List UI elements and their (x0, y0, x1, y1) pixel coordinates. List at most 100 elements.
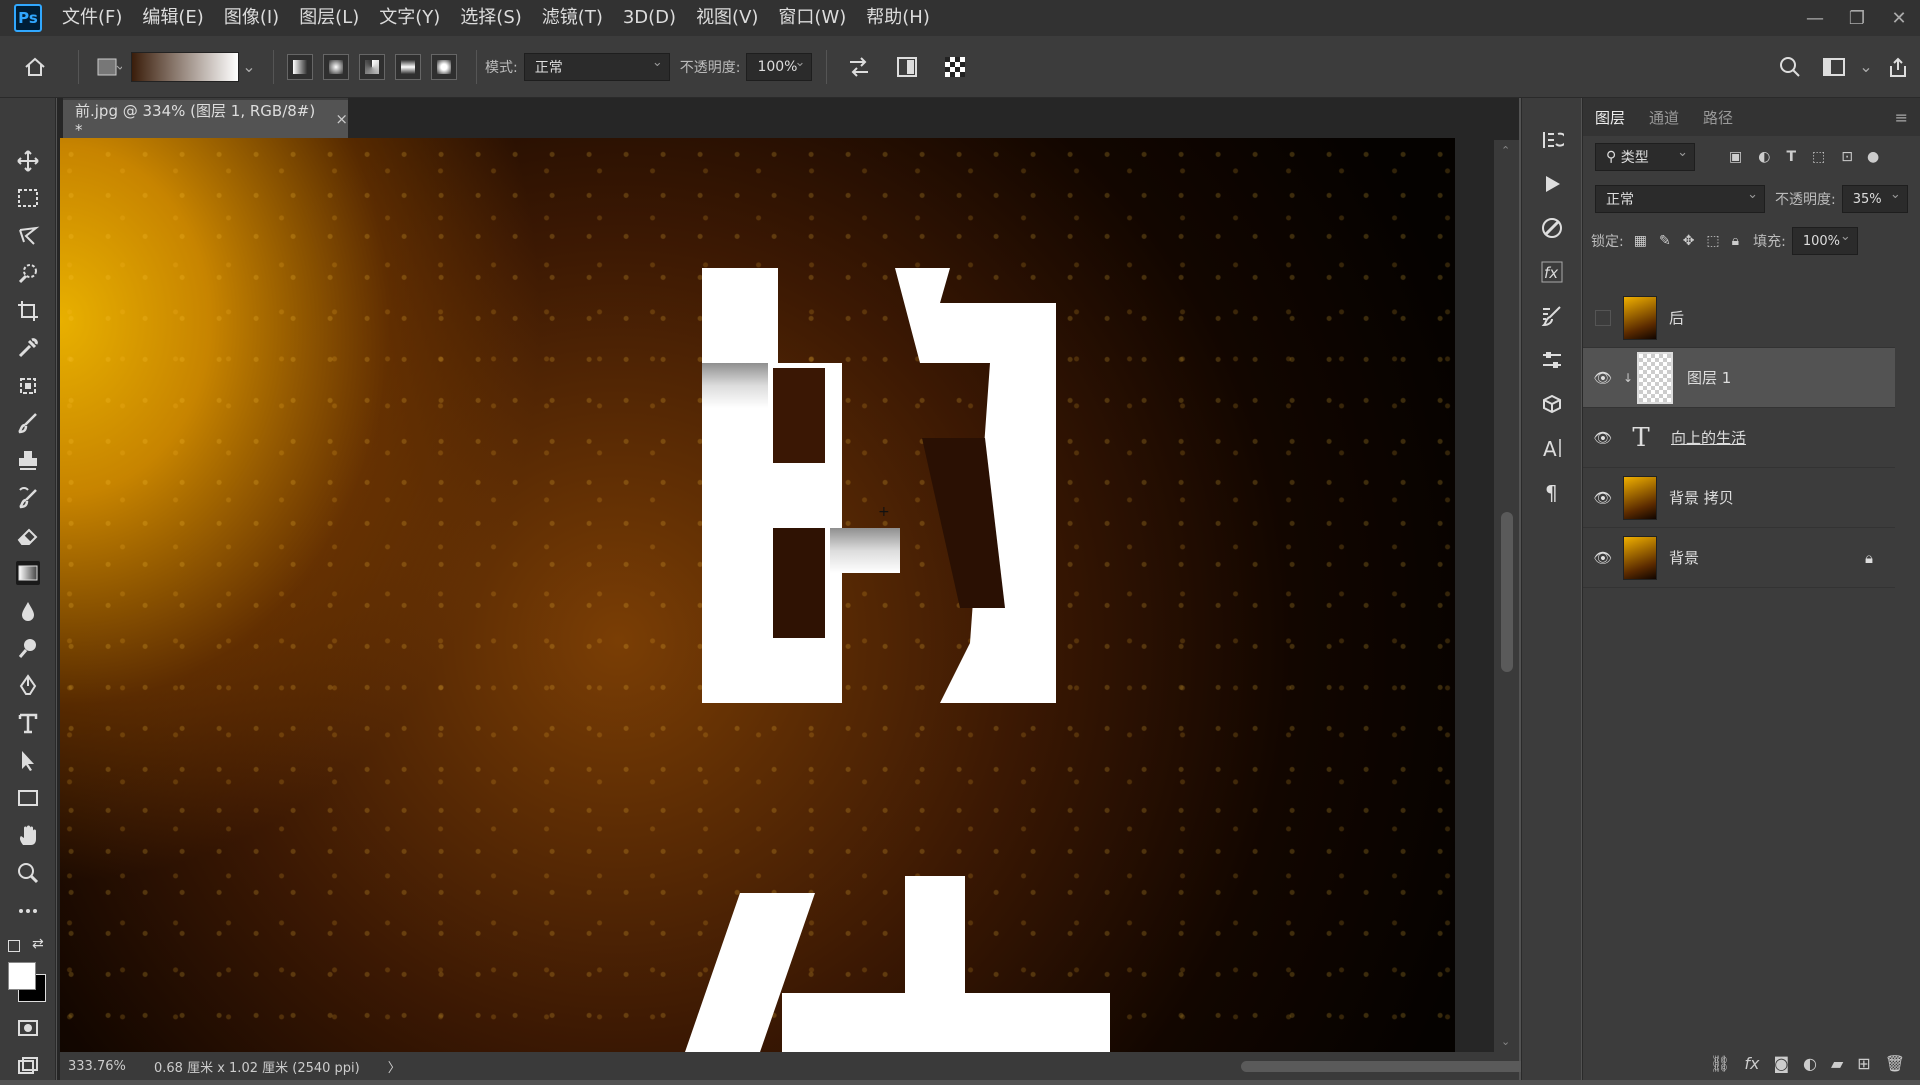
reverse-icon[interactable] (835, 55, 883, 79)
menu-file[interactable]: 文件(F) (52, 0, 132, 36)
close-window-icon[interactable]: ✕ (1878, 0, 1920, 36)
filter-type-icon[interactable]: T (1786, 149, 1796, 165)
lock-position-icon[interactable]: ✥ (1683, 233, 1695, 249)
dodge-tool[interactable] (0, 630, 56, 668)
layer-row-layer1[interactable]: 👁︎ ↓ 图层 1 (1583, 348, 1895, 408)
home-icon[interactable] (0, 55, 70, 79)
scroll-up-icon[interactable]: ⌃ (1501, 144, 1510, 157)
reflected-gradient-button[interactable] (395, 53, 421, 80)
filter-shape-icon[interactable]: ⬚ (1812, 149, 1825, 165)
lock-pixels-icon[interactable]: ✎ (1659, 233, 1671, 249)
layer-row-bg[interactable]: 👁︎ 背景 🔒︎ (1583, 528, 1895, 588)
menu-filter[interactable]: 滤镜(T) (532, 0, 613, 36)
horizontal-scroll-thumb[interactable] (1240, 1061, 1541, 1072)
opacity-field[interactable]: 100% (746, 52, 813, 81)
menu-3d[interactable]: 3D(D) (613, 0, 686, 36)
gradient-tool[interactable] (0, 555, 56, 593)
diamond-gradient-button[interactable] (431, 53, 457, 80)
document-tab[interactable]: 前.jpg @ 334% (图层 1, RGB/8#) * × (63, 98, 348, 139)
history-panel-icon[interactable] (1522, 118, 1582, 162)
eye-icon[interactable]: 👁︎ (1583, 429, 1623, 447)
chevron-down-icon[interactable]: ⌄ (239, 57, 259, 76)
lock-transparent-icon[interactable]: ▦ (1634, 233, 1647, 249)
zoom-tool[interactable] (0, 855, 56, 893)
new-group-icon[interactable]: ▰ (1831, 1054, 1843, 1073)
actions-play-icon[interactable] (1522, 162, 1582, 206)
tool-preset-icon[interactable] (87, 56, 131, 78)
layer-name[interactable]: 背景 (1669, 547, 1699, 568)
layer-name[interactable]: 向上的生活 (1671, 427, 1746, 448)
quick-mask-icon[interactable] (0, 1010, 56, 1048)
filter-adjustment-icon[interactable]: ◐ (1758, 149, 1770, 165)
pen-tool[interactable] (0, 667, 56, 705)
workspace-chevron-icon[interactable]: ⌄ (1856, 57, 1876, 76)
angle-gradient-button[interactable] (359, 53, 385, 80)
linear-gradient-button[interactable] (287, 53, 313, 80)
lock-artboard-icon[interactable]: ⬚ (1706, 233, 1719, 249)
layer-name[interactable]: 图层 1 (1687, 367, 1731, 388)
status-menu-icon[interactable]: 〉 (388, 1057, 401, 1076)
crop-tool[interactable] (0, 292, 56, 330)
layer-opacity-field[interactable]: 35% (1841, 185, 1908, 213)
mode-dropdown[interactable]: 正常 (523, 52, 670, 81)
panel-menu-icon[interactable]: ≡ (1895, 108, 1908, 127)
character-icon[interactable]: A (1522, 426, 1582, 470)
restore-icon[interactable]: ❐ (1836, 0, 1878, 36)
eye-icon[interactable]: 👁︎ (1583, 549, 1623, 567)
layer-row-bg-copy[interactable]: 👁︎ 背景 拷贝 (1583, 468, 1895, 528)
properties-icon[interactable] (1522, 338, 1582, 382)
menu-type[interactable]: 文字(Y) (369, 0, 450, 36)
gradient-picker[interactable] (131, 51, 239, 82)
fx-icon[interactable]: fx (1744, 1054, 1759, 1073)
tab-layers[interactable]: 图层 (1595, 107, 1625, 128)
fill-field[interactable]: 100% (1791, 227, 1858, 255)
color-swatches[interactable]: ⇄ (0, 930, 55, 1010)
screen-mode-icon[interactable] (0, 1047, 56, 1085)
link-layers-icon[interactable]: ⛓ (1710, 1054, 1730, 1073)
3d-panel-icon[interactable] (1522, 382, 1582, 426)
lasso-tool[interactable] (0, 217, 56, 255)
eyedropper-tool[interactable] (0, 330, 56, 368)
move-tool[interactable] (0, 142, 56, 180)
default-colors-icon[interactable] (8, 939, 20, 952)
horizontal-scrollbar[interactable] (401, 1052, 1541, 1080)
menu-view[interactable]: 视图(V) (686, 0, 768, 36)
filter-smart-icon[interactable]: ⊡ (1841, 149, 1853, 165)
scroll-down-icon[interactable]: ⌄ (1501, 1035, 1510, 1048)
radial-gradient-button[interactable] (323, 53, 349, 80)
type-tool[interactable] (0, 705, 56, 743)
new-layer-icon[interactable]: ⊞ (1857, 1054, 1870, 1073)
delete-layer-icon[interactable]: 🗑︎ (1885, 1054, 1905, 1073)
visibility-toggle[interactable] (1583, 309, 1623, 326)
minimize-icon[interactable]: — (1794, 0, 1836, 36)
search-icon[interactable] (1768, 56, 1812, 78)
menu-window[interactable]: 窗口(W) (768, 0, 856, 36)
styles-fx-icon[interactable]: fx (1522, 250, 1582, 294)
menu-image[interactable]: 图像(I) (214, 0, 289, 36)
layer-name[interactable]: 背景 拷贝 (1669, 487, 1734, 508)
lock-all-icon[interactable]: 🔒︎ (1732, 233, 1739, 249)
eraser-tool[interactable] (0, 517, 56, 555)
menu-select[interactable]: 选择(S) (450, 0, 531, 36)
tab-paths[interactable]: 路径 (1703, 107, 1733, 128)
blur-tool[interactable] (0, 592, 56, 630)
foreground-color-swatch[interactable] (8, 961, 36, 990)
marquee-tool[interactable] (0, 180, 56, 218)
stamp-tool[interactable] (0, 442, 56, 480)
quick-selection-tool[interactable] (0, 255, 56, 293)
vertical-scrollbar[interactable]: ⌃ ⌄ (1494, 140, 1519, 1052)
brushes-panel-icon[interactable] (1522, 294, 1582, 338)
close-tab-icon[interactable]: × (335, 110, 348, 128)
canvas[interactable]: + (60, 138, 1455, 1052)
layer-filter-dropdown[interactable]: ⚲ 类型 (1595, 143, 1695, 171)
menu-help[interactable]: 帮助(H) (856, 0, 940, 36)
path-selection-tool[interactable] (0, 742, 56, 780)
brush-tool[interactable] (0, 405, 56, 443)
adjustments-icon[interactable] (1522, 206, 1582, 250)
add-mask-icon[interactable]: ◙ (1773, 1054, 1789, 1073)
zoom-level[interactable]: 333.76% (60, 1059, 140, 1074)
rectangle-tool[interactable] (0, 780, 56, 818)
patch-tool[interactable] (0, 367, 56, 405)
eye-icon[interactable]: 👁︎ (1583, 489, 1623, 507)
more-tools-icon[interactable] (0, 892, 56, 930)
